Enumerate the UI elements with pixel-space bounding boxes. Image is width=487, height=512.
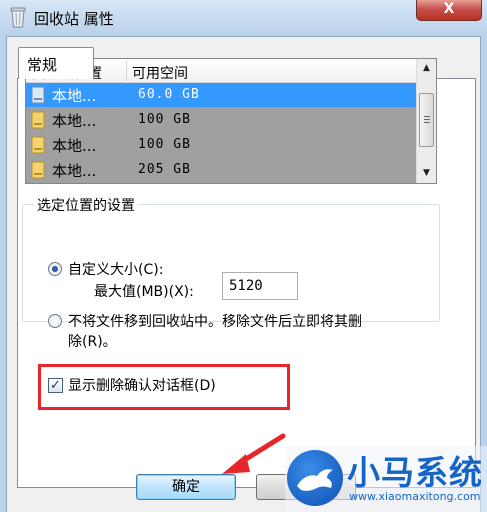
column-header-free-space[interactable]: 可用空间 [132,63,188,83]
no-recycle-label[interactable]: 不将文件移到回收站中。移除文件后立即将其删 [68,311,362,331]
column-separator[interactable] [126,61,127,81]
drive-icon [31,111,45,129]
tab-general[interactable]: 常规 [18,47,94,79]
watermark-title: 小马系统 [347,453,483,492]
close-button[interactable]: X [416,0,482,21]
grip-line [424,119,430,120]
location-name: 本地... [52,137,97,155]
watermark: 小马系统 www.xiaomaxitong.com [285,446,487,512]
list-item[interactable]: 本地... 100 GB [26,108,416,132]
horse-logo-icon [287,450,343,506]
max-size-label: 最大值(MB)(X): [94,284,194,300]
recycle-bin-icon [10,7,26,28]
list-body: 本地... 60.0 GB 本地... 100 GB 本地... 100 GB [26,83,416,183]
confirm-delete-label[interactable]: 显示删除确认对话框(D) [68,375,216,395]
free-space: 205 GB [138,162,191,177]
custom-size-radio[interactable] [48,262,62,276]
no-recycle-radio[interactable] [48,314,62,328]
window-title: 回收站 属性 [34,10,114,28]
no-recycle-label-continued[interactable]: 除(R)。 [68,331,117,351]
grip-line [424,116,430,117]
location-name: 本地... [52,162,97,180]
free-space: 100 GB [138,137,191,152]
drive-icon [31,161,45,179]
title-bar: 回收站 属性 X [0,0,487,36]
group-label: 选定位置的设置 [34,195,138,215]
free-space: 100 GB [138,112,191,127]
custom-size-label[interactable]: 自定义大小(C): [68,259,163,279]
location-name: 本地... [52,87,97,105]
grip-line [424,122,430,123]
horse-icon [297,469,333,491]
scroll-down-icon[interactable]: ▼ [418,165,435,182]
ok-button[interactable]: 确定 [136,474,236,500]
list-item[interactable]: 本地... 205 GB [26,158,416,182]
scroll-up-icon[interactable]: ▲ [418,60,435,77]
drive-icon [31,136,45,154]
watermark-url: www.xiaomaxitong.com [349,490,481,503]
list-item[interactable]: 本地... 100 GB [26,133,416,157]
list-item[interactable]: 本地... 60.0 GB [26,83,416,107]
list-scrollbar[interactable]: ▲ ▼ [416,59,436,183]
free-space: 60.0 GB [138,87,200,102]
drive-icon [31,86,45,104]
confirm-delete-checkbox[interactable]: ✓ [48,378,63,393]
scroll-thumb[interactable] [419,93,434,147]
max-size-input[interactable]: 5120 [222,272,298,300]
location-name: 本地... [52,112,97,130]
